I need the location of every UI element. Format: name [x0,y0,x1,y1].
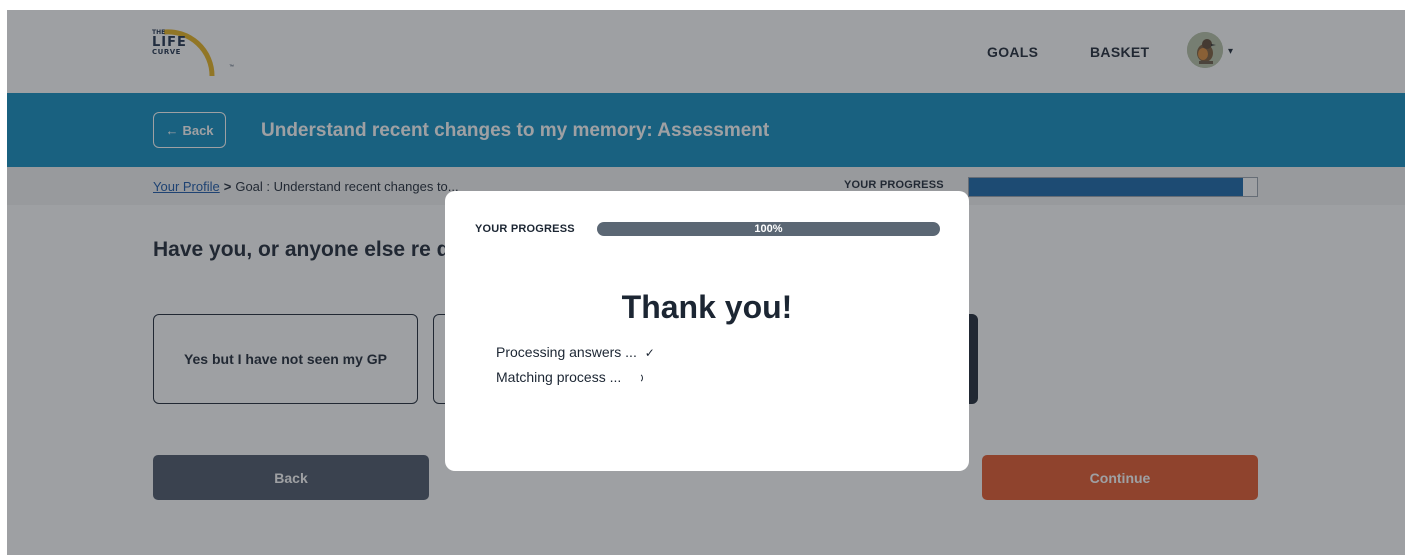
matching-step-label: Matching process ... [496,369,622,385]
matching-step: Matching process ... [496,369,644,385]
modal-title: Thank you! [621,289,793,325]
page: THE LIFE CURVE ™ GOALS BASKET ▾ ← Back U… [7,10,1405,555]
modal-progress-value: 100% [754,223,783,235]
check-icon: ✓ [644,346,655,360]
processing-step: Processing answers ... ✓ [496,344,655,360]
loading-spinner-icon [633,373,644,383]
modal-progress-label: YOUR PROGRESS [475,223,575,235]
modal-progress-bar: 100% [597,222,940,236]
thank-you-modal: YOUR PROGRESS 100% Thank you! Processing… [445,191,969,471]
processing-step-label: Processing answers ... [496,344,637,360]
